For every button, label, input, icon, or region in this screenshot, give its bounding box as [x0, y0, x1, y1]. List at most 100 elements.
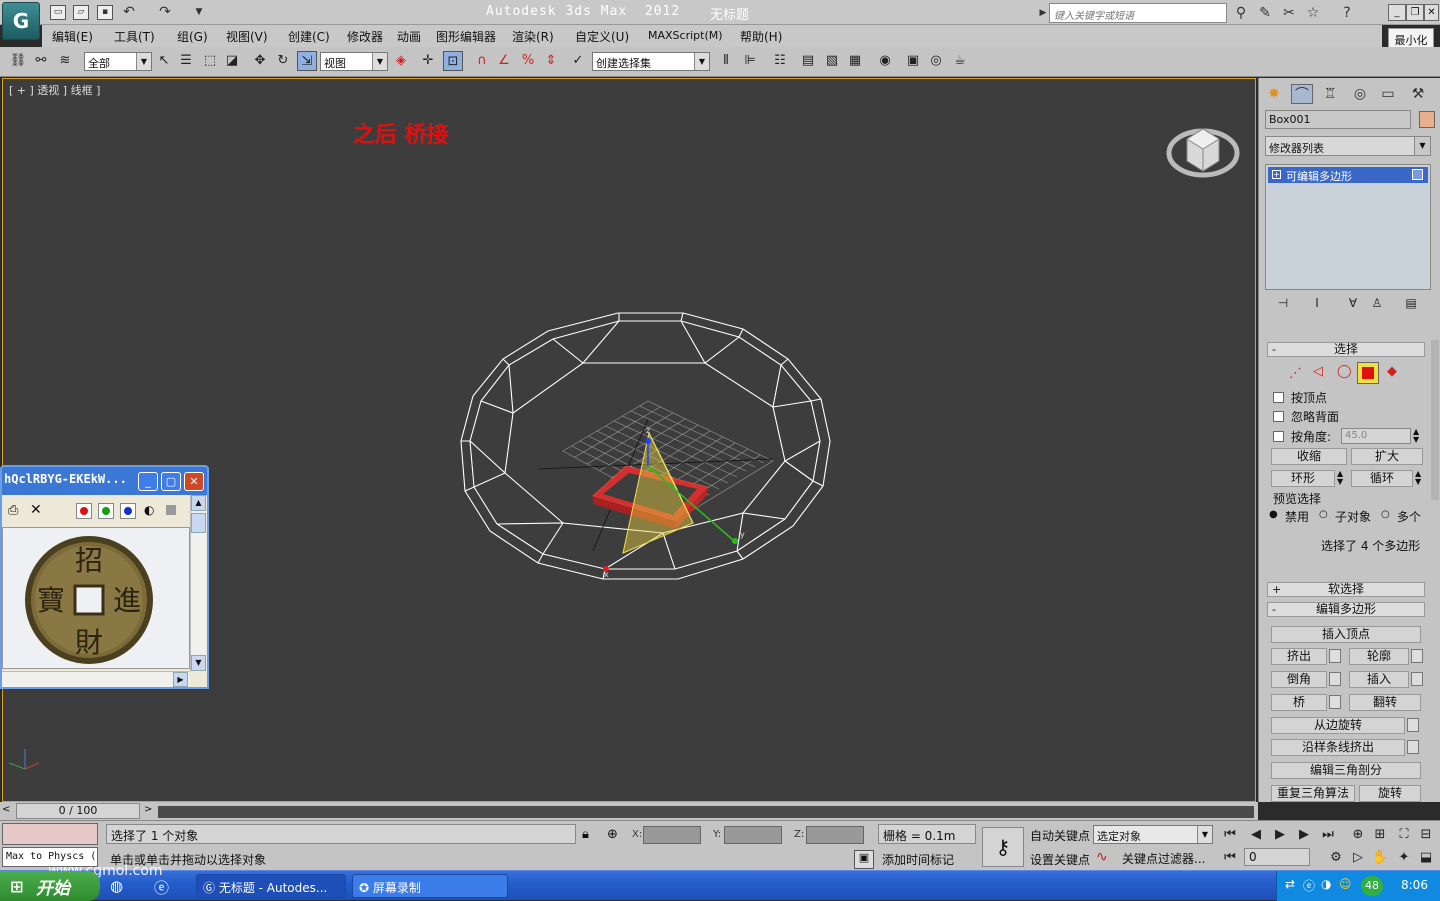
hierarchy-tab-icon[interactable]: ♖: [1319, 84, 1341, 104]
undo-icon[interactable]: ↶: [120, 3, 138, 21]
communication-icon[interactable]: ✂: [1280, 4, 1298, 22]
taskbar-item-3dsmax[interactable]: Ⓖ 无标题 - Autodes...: [196, 874, 346, 898]
window-crossing-icon[interactable]: ◪: [222, 51, 242, 71]
keyboard-shortcut-override-icon[interactable]: ⊡: [443, 51, 463, 71]
tray-badge[interactable]: 48: [1361, 876, 1383, 896]
vertex-mode-icon[interactable]: ⋰: [1289, 366, 1302, 381]
configure-modifier-sets-icon[interactable]: ▤: [1401, 296, 1421, 314]
edit-named-selections-icon[interactable]: ✓: [568, 51, 588, 71]
current-frame-input[interactable]: 0: [1244, 848, 1310, 866]
link-icon[interactable]: ⛓: [8, 51, 28, 71]
pivot-center-icon[interactable]: ◈: [391, 51, 411, 71]
play-icon[interactable]: ▶: [1270, 825, 1290, 845]
reference-coordinate-dropdown[interactable]: 视图 ▼: [320, 52, 388, 71]
x-coord-input[interactable]: [643, 826, 701, 844]
time-slider[interactable]: < 0 / 100 >: [0, 802, 1258, 820]
select-object-icon[interactable]: ↖: [154, 51, 174, 71]
hinge-settings-icon[interactable]: [1407, 718, 1419, 732]
stack-item-toggle-icon[interactable]: [1412, 169, 1423, 180]
command-panel-scrollbar[interactable]: [1431, 340, 1439, 500]
quicklaunch-browser-icon[interactable]: ⓔ: [154, 877, 169, 898]
add-time-tag-button[interactable]: 添加时间标记: [878, 849, 976, 869]
blue-channel-icon[interactable]: [120, 503, 136, 519]
rollout-edit-polygons-header[interactable]: - 编辑多边形: [1267, 602, 1425, 617]
key-set-dropdown[interactable]: 选定对象 ▼: [1093, 825, 1213, 844]
extrude-settings-icon[interactable]: [1329, 649, 1341, 663]
pin-stack-icon[interactable]: ⊣: [1273, 296, 1293, 314]
menu-group[interactable]: 组(G): [177, 28, 208, 45]
floating-maximize-button[interactable]: ▢: [161, 472, 181, 491]
zoom-extents-icon[interactable]: ⛶: [1394, 825, 1414, 845]
favorites-star-icon[interactable]: ☆: [1304, 4, 1322, 22]
go-to-start-icon[interactable]: ⏮: [1220, 825, 1240, 845]
menu-views[interactable]: 视图(V): [226, 28, 268, 45]
select-by-name-icon[interactable]: ☰: [176, 51, 196, 71]
time-tag-icon[interactable]: ▣: [854, 850, 874, 869]
menu-help[interactable]: 帮助(H): [740, 28, 782, 45]
z-coord-input[interactable]: [806, 826, 864, 844]
retriangulate-button[interactable]: 重复三角算法: [1271, 785, 1355, 802]
time-configuration-icon[interactable]: ⚙: [1326, 848, 1346, 868]
orbit-icon[interactable]: ✦: [1394, 848, 1414, 868]
insert-vertex-button[interactable]: 插入顶点: [1271, 626, 1421, 643]
hinge-from-edge-button[interactable]: 从边旋转: [1271, 717, 1405, 734]
element-mode-icon[interactable]: ◆: [1387, 364, 1397, 379]
tray-network-icon[interactable]: ⇄: [1285, 877, 1295, 891]
time-slider-thumb[interactable]: 0 / 100: [16, 803, 140, 819]
minimize-button[interactable]: _: [1388, 4, 1406, 21]
tray-ie-icon[interactable]: ⓔ: [1303, 877, 1315, 894]
turn-button[interactable]: 旋转: [1359, 785, 1421, 802]
menu-customize[interactable]: 自定义(U): [575, 28, 629, 45]
selection-filter-dropdown[interactable]: 全部 ▼: [84, 52, 152, 71]
scale-icon[interactable]: ⇲: [297, 51, 317, 71]
floating-minimize-button[interactable]: _: [138, 472, 158, 491]
angle-spinner-arrows-icon[interactable]: ▲ ▼: [1413, 428, 1419, 444]
print-icon[interactable]: ⎙: [8, 503, 18, 518]
key-mode-toggle-icon[interactable]: ⏮: [1220, 848, 1240, 868]
material-editor-icon[interactable]: ◉: [875, 51, 895, 71]
red-channel-icon[interactable]: [76, 503, 92, 519]
angle-snap-icon[interactable]: ∠: [494, 51, 514, 71]
bridge-button[interactable]: 桥: [1271, 694, 1327, 711]
rendered-frame-window-icon[interactable]: ◎: [926, 51, 946, 71]
track-bar[interactable]: [158, 806, 1254, 818]
ring-spinner-icon[interactable]: ▲ ▼: [1337, 470, 1343, 486]
outline-settings-icon[interactable]: [1411, 649, 1423, 663]
search-input[interactable]: 键入关键字或短语: [1049, 3, 1227, 23]
taskbar-item-screen-record[interactable]: ✪ 屏幕录制: [352, 874, 508, 898]
close-button[interactable]: ✕: [1424, 4, 1439, 21]
curve-editor-icon[interactable]: ▧: [822, 51, 842, 71]
outline-button[interactable]: 轮廓: [1349, 648, 1409, 665]
ignore-backfacing-checkbox[interactable]: [1273, 411, 1284, 422]
y-coord-input[interactable]: [724, 826, 782, 844]
angle-spinner-input[interactable]: 45.0: [1341, 428, 1411, 444]
loop-spinner-icon[interactable]: ▲ ▼: [1415, 470, 1421, 486]
maxscript-mini-listener[interactable]: [2, 823, 98, 845]
extrude-button[interactable]: 挤出: [1271, 648, 1327, 665]
mono-channel-icon[interactable]: [166, 505, 176, 515]
time-slider-prev-icon[interactable]: <: [2, 804, 10, 815]
viewport-label[interactable]: [ + ] 透视 ] 线框 ]: [9, 82, 100, 98]
border-mode-icon[interactable]: ◯: [1337, 364, 1352, 379]
viewcube-icon[interactable]: [1163, 109, 1243, 189]
new-file-icon[interactable]: ▭: [50, 5, 66, 20]
shrink-button[interactable]: 收缩: [1271, 448, 1347, 465]
pan-hand-icon[interactable]: ✋: [1370, 848, 1390, 868]
zoom-extents-all-icon[interactable]: ⊟: [1416, 825, 1436, 845]
menu-rendering[interactable]: 渲染(R): [512, 28, 554, 45]
field-of-view-icon[interactable]: ▷: [1348, 848, 1368, 868]
menu-tools[interactable]: 工具(T): [114, 28, 155, 45]
modifier-stack[interactable]: 可编辑多边形 +: [1265, 164, 1431, 290]
zoom-icon[interactable]: ⊕: [1348, 825, 1368, 845]
align-icon[interactable]: ⊫: [740, 51, 760, 71]
next-frame-icon[interactable]: ▶: [1294, 825, 1314, 845]
polygon-mode-icon[interactable]: [1357, 362, 1379, 384]
tray-smile-icon[interactable]: ☺: [1339, 877, 1352, 891]
graphite-tools-icon[interactable]: ▤: [798, 51, 818, 71]
layer-manager-icon[interactable]: ☷: [770, 51, 790, 71]
menu-graph-editors[interactable]: 图形编辑器: [436, 28, 496, 45]
floating-horizontal-scrollbar[interactable]: ▶: [2, 671, 190, 687]
by-angle-checkbox[interactable]: [1273, 431, 1284, 442]
redo-icon[interactable]: ↷: [156, 3, 174, 21]
open-file-icon[interactable]: ▱: [73, 5, 89, 20]
